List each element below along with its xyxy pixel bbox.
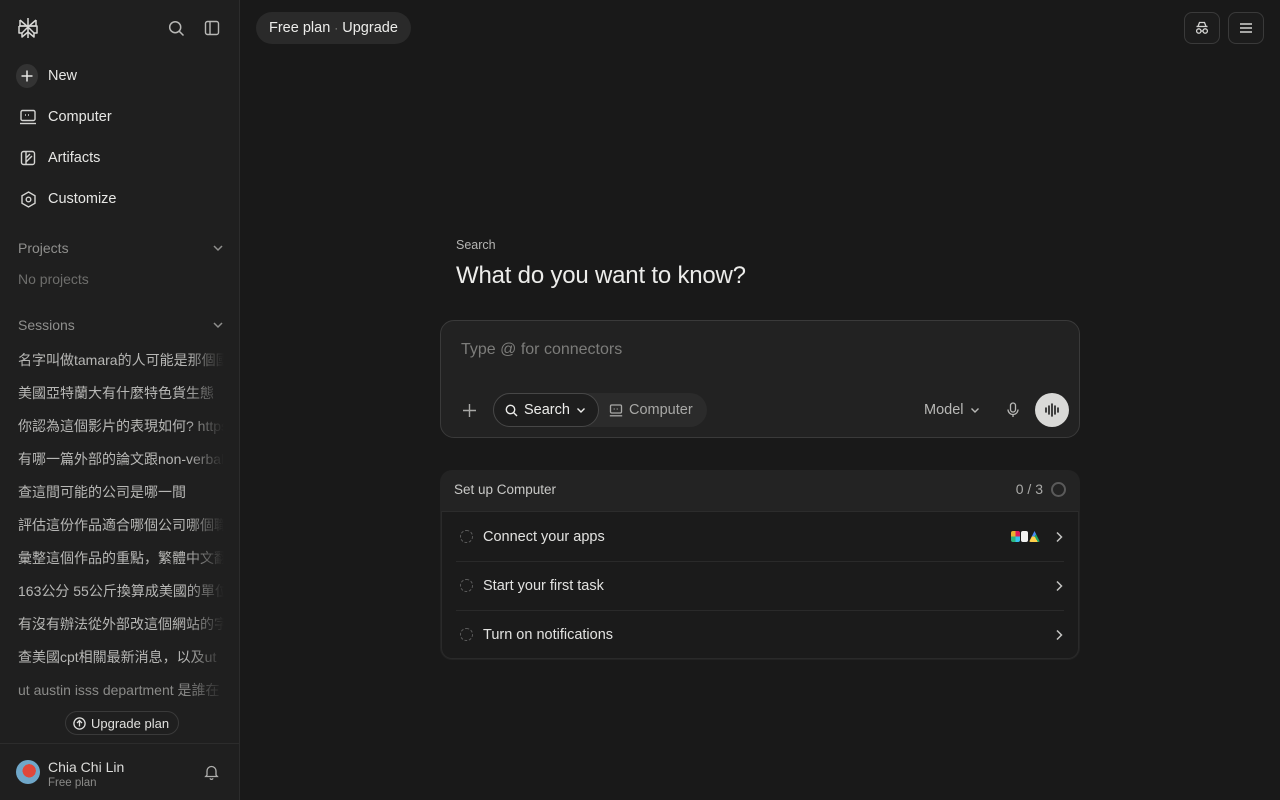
projects-empty-note: No projects [18,271,89,287]
upgrade-link[interactable]: Upgrade [342,20,398,36]
chevron-down-icon [212,242,224,254]
computer-mode-label: Computer [629,402,693,418]
menu-icon [1239,22,1253,34]
task-notifications[interactable]: Turn on notifications [442,610,1078,659]
incognito-button[interactable] [1184,12,1220,44]
setup-title: Set up Computer [454,482,557,497]
search-mode-button[interactable]: Search [493,393,599,427]
query-input[interactable] [461,339,1051,361]
mode-label: Search [456,238,496,252]
setup-computer-card: Set up Computer 0 / 3 Connect your apps … [440,470,1080,660]
plus-icon [16,64,38,88]
chevron-right-icon [1054,629,1064,641]
add-attachment-icon[interactable] [459,400,479,420]
session-item[interactable]: 有沒有辦法從外部改這個網站的字 [18,613,224,646]
chevron-right-icon [1054,531,1064,543]
task-label: Connect your apps [483,528,605,545]
dashed-circle-icon [460,530,473,543]
nav-computer-label: Computer [48,109,112,125]
sidebar: New Computer Artifacts Customize Project… [0,0,240,800]
search-icon[interactable] [166,18,186,38]
menu-button[interactable] [1228,12,1264,44]
nav-customize-button[interactable]: Customize [14,183,226,215]
nav-customize-label: Customize [48,191,117,207]
computer-icon [18,107,38,127]
page-title: What do you want to know? [456,262,746,289]
model-selector[interactable]: Model [924,400,980,420]
session-item[interactable]: 名字叫做tamara的人可能是那個國家的人 [18,349,224,382]
divider [456,561,1064,562]
composer: Search Computer Model [440,320,1080,438]
session-item[interactable]: 美國亞特蘭大有什麼特色貨生態 [18,382,224,415]
sessions-section-header[interactable]: Sessions [18,315,224,335]
search-mode-label: Search [524,402,570,418]
artifacts-icon [18,148,38,168]
task-first-task[interactable]: Start your first task [442,561,1078,610]
mode-toggle: Search Computer [493,393,707,427]
plan-upgrade-pill[interactable]: Free plan · Upgrade [256,12,411,44]
upgrade-plan-label: Upgrade plan [91,715,170,731]
session-item[interactable]: 你認為這個影片的表現如何? https:// [18,415,224,448]
plan-separator: · [334,21,339,35]
divider [456,610,1064,611]
nav-new-label: New [48,68,78,84]
upgrade-plan-button[interactable]: Upgrade plan [65,711,180,735]
nav-new-button[interactable]: New [14,60,226,92]
chevron-right-icon [1054,580,1064,592]
hexagon-icon [18,189,38,209]
chevron-down-icon [970,405,980,415]
waveform-icon [1044,403,1060,417]
session-item[interactable]: ut austin isss department 是誰在 [18,679,224,712]
task-label: Turn on notifications [483,626,614,643]
app-logo-icon[interactable] [17,17,39,39]
setup-progress-count: 0 / 3 [1015,481,1043,497]
nav-artifacts-label: Artifacts [48,150,101,166]
projects-title: Projects [18,240,69,256]
incognito-icon [1194,21,1210,35]
session-item[interactable]: 有哪一篇外部的論文跟non-verbal [18,448,224,481]
chevron-down-icon [212,319,224,331]
session-item[interactable]: 查美國cpt相關最新消息，以及ut [18,646,224,679]
computer-mode-button[interactable]: Computer [609,393,693,427]
model-label: Model [924,402,964,418]
setup-progress: 0 / 3 [1016,481,1066,497]
app-logos-icon [1011,531,1040,542]
sessions-list: 名字叫做tamara的人可能是那個國家的人 美國亞特蘭大有什麼特色貨生態 你認為… [18,349,224,712]
bell-icon[interactable] [204,764,219,780]
session-item[interactable]: 查這間可能的公司是哪一間 [18,481,224,514]
setup-task-list: Connect your apps Start your first task … [441,511,1079,659]
toggle-sidebar-icon[interactable] [202,18,222,38]
session-item[interactable]: 評估這份作品適合哪個公司哪個職位 [18,514,224,547]
chevron-down-icon [576,405,586,415]
session-item[interactable]: 彙整這個作品的重點，繁體中文翻譯 [18,547,224,580]
voice-mode-button[interactable] [1035,393,1069,427]
plan-label: Free plan [269,20,331,36]
avatar[interactable] [16,760,40,784]
nav-artifacts-button[interactable]: Artifacts [14,142,226,174]
task-label: Start your first task [483,577,604,594]
user-plan: Free plan [48,777,97,789]
sessions-title: Sessions [18,317,75,333]
projects-section-header[interactable]: Projects [18,238,224,258]
session-item[interactable]: 163公分 55公斤換算成美國的單位 [18,580,224,613]
account-footer: Chia Chi Lin Free plan [0,743,239,800]
task-connect-apps[interactable]: Connect your apps [442,512,1078,561]
dashed-circle-icon [460,628,473,641]
computer-icon [609,403,623,417]
progress-ring-icon [1051,481,1066,497]
microphone-icon[interactable] [1003,400,1023,420]
search-icon [505,404,518,417]
user-name[interactable]: Chia Chi Lin [48,759,124,775]
dashed-circle-icon [460,579,473,592]
nav-computer-button[interactable]: Computer [14,101,226,133]
arrow-up-circle-icon [73,716,86,730]
